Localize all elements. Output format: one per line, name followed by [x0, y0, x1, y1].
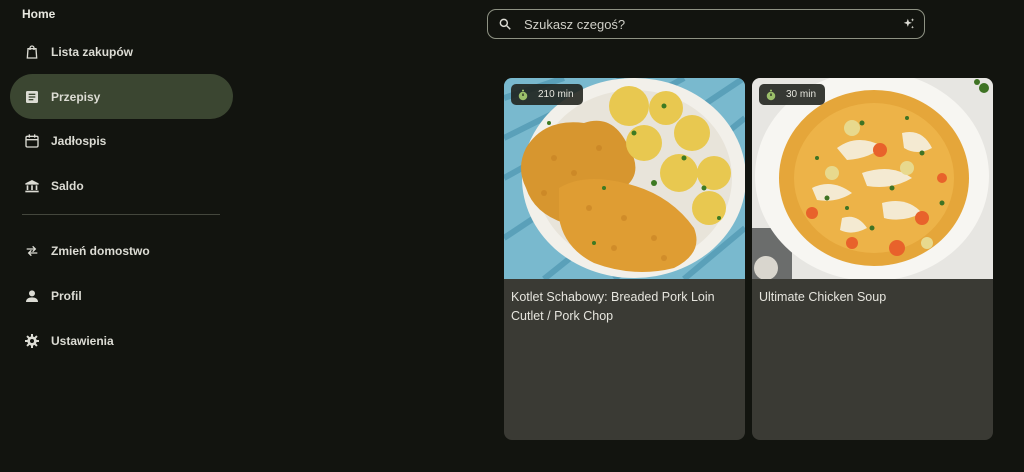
sidebar-item-profil[interactable]: Profil — [10, 273, 233, 318]
recipe-image-chicken-soup: 30 min — [752, 78, 993, 279]
swap-arrows-icon — [23, 242, 41, 260]
cook-time: 210 min — [538, 89, 574, 100]
search-icon — [498, 17, 512, 31]
recipe-image-pork-cutlet: 210 min — [504, 78, 745, 279]
stopwatch-icon — [517, 89, 529, 101]
gear-icon — [23, 332, 41, 350]
recipe-card[interactable]: 30 min Ultimate Chicken Soup — [752, 78, 993, 440]
sparkle-icon[interactable] — [902, 17, 916, 31]
sidebar-item-saldo[interactable]: Saldo — [10, 163, 233, 208]
sidebar-item-label: Przepisy — [51, 89, 101, 104]
cook-time: 30 min — [786, 89, 817, 100]
sidebar-item-label: Saldo — [51, 178, 84, 193]
sidebar: Home Lista zakupów Przepisy Jadłospis Sa… — [0, 0, 245, 472]
sidebar-item-przepisy[interactable]: Przepisy — [10, 74, 233, 119]
recipe-list-icon — [23, 88, 41, 106]
sidebar-item-jadlospis[interactable]: Jadłospis — [10, 118, 233, 163]
sidebar-divider — [22, 214, 220, 215]
bank-icon — [23, 177, 41, 195]
sidebar-item-lista-zakupow[interactable]: Lista zakupów — [10, 29, 233, 74]
sidebar-item-label: Profil — [51, 288, 82, 303]
search-input[interactable] — [522, 15, 896, 33]
recipe-title: Ultimate Chicken Soup — [759, 290, 887, 304]
search-bar[interactable] — [487, 9, 925, 39]
recipe-card[interactable]: 210 min Kotlet Schabowy: Breaded Pork Lo… — [504, 78, 745, 440]
cook-time-badge: 210 min — [511, 84, 583, 105]
sidebar-item-ustawienia[interactable]: Ustawienia — [10, 318, 233, 363]
cook-time-badge: 30 min — [759, 84, 826, 105]
sidebar-item-label: Jadłospis — [51, 133, 107, 148]
sidebar-item-label: Ustawienia — [51, 333, 114, 348]
calendar-icon — [23, 132, 41, 150]
sidebar-item-zmien-domostwo[interactable]: Zmień domostwo — [10, 228, 233, 273]
stopwatch-icon — [765, 89, 777, 101]
sidebar-title: Home — [22, 7, 56, 21]
sidebar-item-label: Lista zakupów — [51, 44, 134, 59]
shopping-bag-icon — [23, 43, 41, 61]
person-icon — [23, 287, 41, 305]
recipe-title: Kotlet Schabowy: Breaded Pork Loin Cutle… — [511, 290, 715, 323]
sidebar-item-label: Zmień domostwo — [51, 243, 150, 258]
